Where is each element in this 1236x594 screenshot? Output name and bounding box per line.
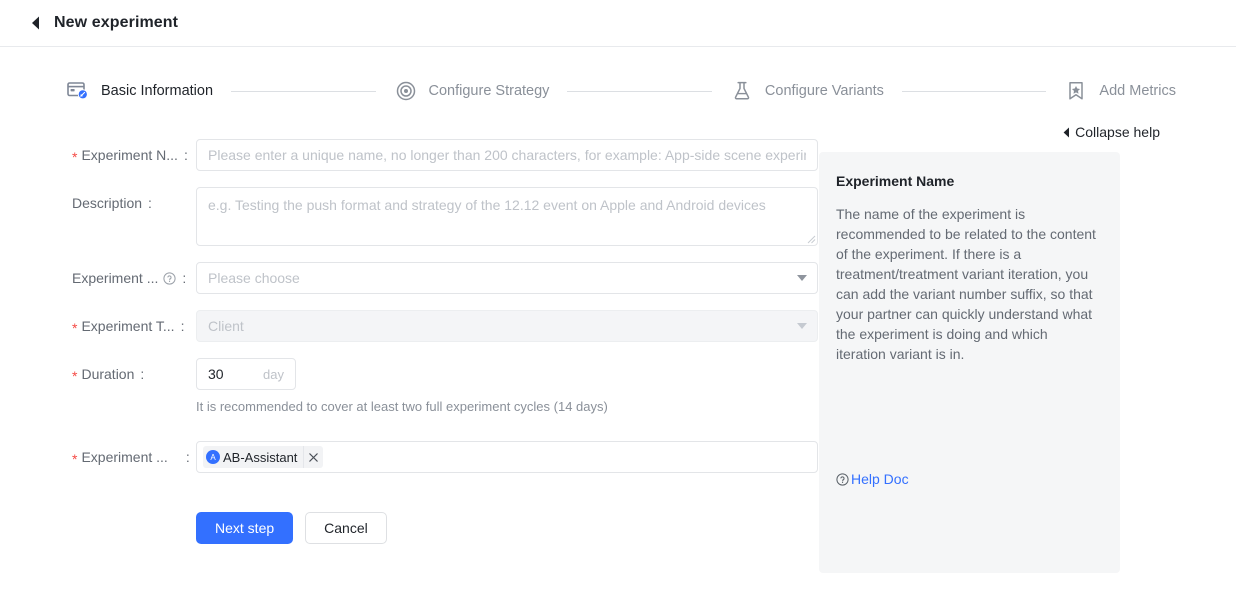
page-title: New experiment — [54, 14, 179, 31]
label-text: Experiment N... — [81, 147, 178, 163]
label-colon: : — [182, 270, 187, 286]
required-star: * — [72, 368, 78, 384]
required-star: * — [72, 149, 78, 165]
label-experiment-group: Experiment ... : — [72, 262, 196, 294]
label-text: Experiment ... — [72, 270, 159, 286]
step-label: Configure Variants — [764, 83, 884, 99]
label-experiment-name: * Experiment N... : — [72, 139, 196, 171]
next-step-button[interactable]: Next step — [196, 512, 294, 544]
content-area: * Experiment N... : Description : — [0, 113, 1236, 573]
duration-unit: day — [263, 366, 284, 382]
avatar: A — [206, 450, 220, 464]
stepper-connector — [901, 90, 1047, 92]
label-colon: : — [148, 195, 152, 211]
required-star: * — [72, 320, 78, 336]
step-configure-strategy[interactable]: Configure Strategy — [394, 79, 550, 103]
card-edit-icon — [66, 79, 90, 103]
label-colon: : — [183, 147, 188, 163]
experiment-form: * Experiment N... : Description : — [0, 113, 818, 573]
form-row-experiment-name: * Experiment N... : — [72, 139, 818, 171]
close-icon[interactable] — [303, 446, 323, 468]
step-configure-variants[interactable]: Configure Variants — [730, 79, 884, 103]
flask-icon — [730, 79, 754, 103]
question-circle-icon — [836, 472, 849, 486]
step-label: Configure Strategy — [428, 83, 550, 99]
help-doc-link[interactable]: Help Doc — [836, 471, 909, 487]
help-panel: Experiment Name The name of the experime… — [819, 152, 1120, 573]
stepper-connector — [231, 90, 376, 92]
field-description — [196, 187, 818, 246]
field-experiment-group: Please choose — [196, 262, 818, 294]
collapse-left-triangle-icon — [1063, 127, 1070, 138]
experiment-terminal-select: Client — [196, 310, 818, 342]
step-add-metrics[interactable]: Add Metrics — [1064, 79, 1176, 103]
label-text: Experiment ... — [81, 449, 168, 465]
label-colon: : — [185, 449, 190, 465]
owner-tag: A AB-Assistant — [203, 446, 324, 468]
label-colon: : — [140, 366, 145, 382]
select-value: Please choose — [208, 270, 300, 286]
experiment-owner-input[interactable]: A AB-Assistant — [196, 441, 818, 473]
duration-hint: It is recommended to cover at least two … — [196, 399, 608, 414]
chevron-down-icon — [797, 323, 807, 329]
question-circle-icon[interactable] — [163, 271, 176, 285]
stepper: Basic Information Configure Strategy Con… — [0, 47, 1236, 113]
bookmark-star-icon — [1064, 79, 1088, 103]
label-text: Duration — [81, 366, 135, 382]
form-actions: Next step Cancel — [72, 512, 800, 544]
help-panel-body: The name of the experiment is recommende… — [836, 206, 1096, 362]
field-experiment-name — [196, 139, 818, 171]
step-label: Add Metrics — [1099, 83, 1176, 99]
label-experiment-owner: * Experiment ... : — [72, 441, 196, 473]
experiment-group-select[interactable]: Please choose — [196, 262, 818, 294]
label-experiment-terminal: * Experiment T... : — [72, 310, 196, 342]
collapse-help-label: Collapse help — [1075, 124, 1160, 140]
duration-input-wrapper[interactable]: 30 day — [196, 358, 296, 390]
step-label: Basic Information — [101, 83, 214, 99]
back-triangle-icon[interactable] — [28, 15, 42, 31]
help-panel-title: Experiment Name — [836, 173, 955, 189]
label-text: Experiment T... — [81, 318, 175, 334]
experiment-name-input[interactable] — [196, 139, 818, 171]
form-row-experiment-owner: * Experiment ... : A AB-Assistant — [72, 441, 818, 473]
collapse-help-button[interactable]: Collapse help — [819, 121, 1161, 143]
help-doc-label: Help Doc — [851, 471, 909, 487]
field-experiment-terminal: Client — [196, 310, 818, 342]
description-textarea[interactable] — [196, 187, 818, 246]
cancel-button[interactable]: Cancel — [305, 512, 387, 544]
label-duration: * Duration : — [72, 358, 196, 390]
target-icon — [394, 79, 418, 103]
field-experiment-owner: A AB-Assistant — [196, 441, 818, 473]
label-text: Description — [72, 195, 143, 211]
form-row-experiment-terminal: * Experiment T... : Client — [72, 310, 818, 342]
help-sidebar: Collapse help Experiment Name The name o… — [800, 113, 1161, 573]
top-bar: New experiment — [0, 0, 1236, 47]
duration-value[interactable]: 30 — [208, 366, 263, 382]
form-row-duration: * Duration : 30 day It is recommended to… — [72, 358, 800, 414]
chevron-down-icon — [797, 275, 807, 281]
owner-tag-label: AB-Assistant — [223, 449, 298, 465]
step-basic-information[interactable]: Basic Information — [66, 79, 213, 103]
required-star: * — [72, 451, 78, 467]
form-row-description: Description : — [72, 187, 818, 246]
select-value: Client — [208, 318, 244, 334]
field-duration: 30 day It is recommended to cover at lea… — [196, 358, 608, 414]
label-colon: : — [180, 318, 185, 334]
stepper-connector — [567, 90, 712, 92]
label-description: Description : — [72, 187, 196, 219]
form-row-experiment-group: Experiment ... : Please choose — [72, 262, 818, 294]
